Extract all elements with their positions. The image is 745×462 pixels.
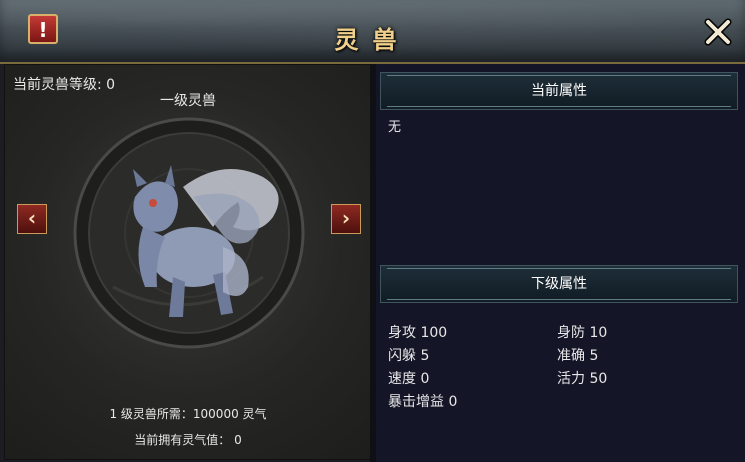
beast-display-panel: 当前灵兽等级: 0 一级灵兽 ‹ › 1 级灵兽所需：100000 灵气 当前拥… (4, 64, 372, 460)
attributes-panel: 当前属性 无 下级属性 身攻 100 身防 10 闪躲 5 准确 5 速度 0 … (376, 64, 745, 462)
beast-tier-label: 一级灵兽 (160, 93, 216, 109)
stat-body-defense: 身防 10 (557, 325, 608, 341)
next-level-attributes-header: 下级属性 (380, 265, 738, 303)
current-attributes-header: 当前属性 (380, 72, 738, 110)
window-title: 灵兽 (334, 25, 411, 54)
stat-accuracy: 准确 5 (557, 348, 599, 364)
beast-portrait (73, 117, 305, 349)
upgrade-requirement: 1 级灵兽所需：100000 灵气 (109, 407, 267, 421)
stat-dodge: 闪躲 5 (388, 348, 430, 364)
stat-body-attack: 身攻 100 (388, 325, 448, 341)
stat-vitality: 活力 50 (557, 371, 608, 387)
title-bar: ! 灵兽 (0, 0, 745, 64)
close-button[interactable] (700, 14, 736, 50)
close-icon (704, 18, 732, 46)
current-attributes-value: 无 (388, 120, 402, 135)
previous-beast-button[interactable]: ‹ (17, 204, 47, 234)
next-beast-button[interactable]: › (331, 204, 361, 234)
owned-spirit-energy: 当前拥有灵气值： 0 (134, 433, 242, 447)
stat-crit-bonus: 暴击增益 0 (388, 394, 458, 410)
stat-speed: 速度 0 (388, 371, 430, 387)
